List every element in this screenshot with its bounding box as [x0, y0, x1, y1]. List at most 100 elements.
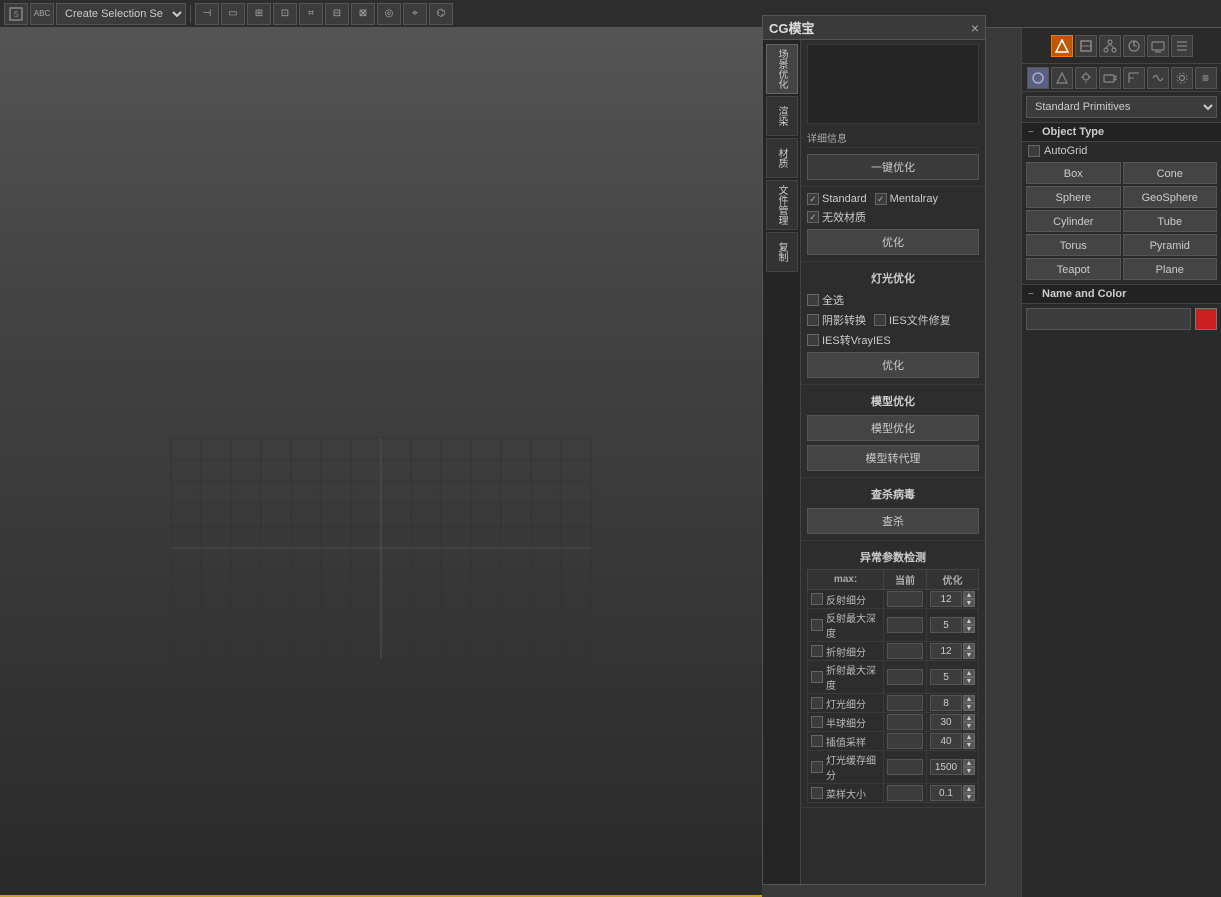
toolbar-btn-1[interactable]: ⊣ — [195, 3, 219, 25]
obj-tube[interactable]: Tube — [1123, 210, 1218, 232]
param-spin-up-5[interactable]: ▲ — [963, 714, 975, 722]
param-checkbox-8[interactable] — [811, 787, 823, 799]
hierarchy-icon[interactable] — [1099, 35, 1121, 57]
param-spin-down-5[interactable]: ▼ — [963, 722, 975, 730]
light-ies-vray-box[interactable] — [807, 334, 819, 346]
toolbar-btn-8[interactable]: ◎ — [377, 3, 401, 25]
param-spin-down-1[interactable]: ▼ — [963, 625, 975, 633]
param-checkbox-7[interactable] — [811, 761, 823, 773]
checkbox-standard-box[interactable] — [807, 193, 819, 205]
model-proxy-btn[interactable]: 模型转代理 — [807, 445, 979, 471]
param-spin-input-1[interactable] — [930, 617, 962, 633]
cg-tab-copy[interactable]: 复制 — [766, 232, 798, 272]
checkbox-mentalray-box[interactable] — [875, 193, 887, 205]
utilities-icon[interactable] — [1171, 35, 1193, 57]
param-checkbox-0[interactable] — [811, 593, 823, 605]
std-primitives-select[interactable]: Standard Primitives — [1026, 96, 1217, 118]
light-optimize-btn[interactable]: 优化 — [807, 352, 979, 378]
toolbar-btn-6[interactable]: ⊟ — [325, 3, 349, 25]
param-current-input-5[interactable] — [887, 714, 923, 730]
param-checkbox-4[interactable] — [811, 697, 823, 709]
name-color-header[interactable]: − Name and Color — [1022, 285, 1221, 304]
param-spin-down-0[interactable]: ▼ — [963, 599, 975, 607]
one-click-optimize-btn[interactable]: 一键优化 — [807, 154, 979, 180]
toolbar-abc-btn[interactable]: ABC — [30, 3, 54, 25]
param-spin-down-7[interactable]: ▼ — [963, 767, 975, 775]
param-current-input-0[interactable] — [887, 591, 923, 607]
param-spin-up-8[interactable]: ▲ — [963, 785, 975, 793]
geometry-icon[interactable] — [1027, 67, 1049, 89]
material-optimize-btn[interactable]: 优化 — [807, 229, 979, 255]
obj-cone[interactable]: Cone — [1123, 162, 1218, 184]
display-icon[interactable] — [1147, 35, 1169, 57]
toolbar-mode-btn[interactable]: S — [4, 3, 28, 25]
viewport-3d[interactable] — [0, 28, 762, 897]
param-spin-down-3[interactable]: ▼ — [963, 677, 975, 685]
helper-icon[interactable] — [1123, 67, 1145, 89]
toolbar-btn-4[interactable]: ⊡ — [273, 3, 297, 25]
param-current-input-6[interactable] — [887, 733, 923, 749]
param-spin-down-2[interactable]: ▼ — [963, 651, 975, 659]
toolbar-btn-2[interactable]: ▭ — [221, 3, 245, 25]
obj-box[interactable]: Box — [1026, 162, 1121, 184]
toolbar-btn-3[interactable]: ⊞ — [247, 3, 271, 25]
cg-tab-scene[interactable]: 场景优化 — [766, 44, 798, 94]
param-checkbox-6[interactable] — [811, 735, 823, 747]
param-spin-down-4[interactable]: ▼ — [963, 703, 975, 711]
light-ies-vray[interactable]: IES转VrayIES — [807, 332, 891, 348]
spacewarp-icon[interactable] — [1147, 67, 1169, 89]
param-spin-input-3[interactable] — [930, 669, 962, 685]
checkbox-invalid-material[interactable]: 无效材质 — [807, 209, 866, 225]
light-ies-fix-box[interactable] — [874, 314, 886, 326]
checkbox-invalid-box[interactable] — [807, 211, 819, 223]
checkbox-standard[interactable]: Standard — [807, 193, 867, 205]
color-swatch[interactable] — [1195, 308, 1217, 330]
param-current-input-8[interactable] — [887, 785, 923, 801]
light-ies-fix[interactable]: IES文件修复 — [874, 312, 951, 328]
param-checkbox-5[interactable] — [811, 716, 823, 728]
obj-sphere[interactable]: Sphere — [1026, 186, 1121, 208]
model-optimize-btn[interactable]: 模型优化 — [807, 415, 979, 441]
obj-teapot[interactable]: Teapot — [1026, 258, 1121, 280]
param-spin-up-4[interactable]: ▲ — [963, 695, 975, 703]
param-spin-input-5[interactable] — [930, 714, 962, 730]
modify-icon[interactable] — [1075, 35, 1097, 57]
param-spin-input-0[interactable] — [930, 591, 962, 607]
create-selection-dropdown[interactable]: Create Selection Se — [56, 3, 186, 25]
param-current-input-2[interactable] — [887, 643, 923, 659]
system-icon[interactable] — [1171, 67, 1193, 89]
more-icon[interactable]: ≡ — [1195, 67, 1217, 89]
obj-torus[interactable]: Torus — [1026, 234, 1121, 256]
obj-pyramid[interactable]: Pyramid — [1123, 234, 1218, 256]
toolbar-btn-10[interactable]: ⌬ — [429, 3, 453, 25]
param-current-input-4[interactable] — [887, 695, 923, 711]
param-spin-input-2[interactable] — [930, 643, 962, 659]
param-spin-down-6[interactable]: ▼ — [963, 741, 975, 749]
virus-scan-btn[interactable]: 查杀 — [807, 508, 979, 534]
param-checkbox-2[interactable] — [811, 645, 823, 657]
light-icon[interactable] — [1075, 67, 1097, 89]
object-type-header[interactable]: − Object Type — [1022, 123, 1221, 142]
cg-tab-render[interactable]: 渲染 — [766, 96, 798, 136]
param-current-input-7[interactable] — [887, 759, 923, 775]
param-spin-up-1[interactable]: ▲ — [963, 617, 975, 625]
create-icon[interactable] — [1051, 35, 1073, 57]
obj-cylinder[interactable]: Cylinder — [1026, 210, 1121, 232]
obj-plane[interactable]: Plane — [1123, 258, 1218, 280]
obj-geosphere[interactable]: GeoSphere — [1123, 186, 1218, 208]
param-checkbox-1[interactable] — [811, 619, 823, 631]
param-spin-down-8[interactable]: ▼ — [963, 793, 975, 801]
light-shadow-convert[interactable]: 阴影转换 — [807, 312, 866, 328]
toolbar-btn-5[interactable]: ⌗ — [299, 3, 323, 25]
toolbar-btn-9[interactable]: ⌖ — [403, 3, 427, 25]
param-checkbox-3[interactable] — [811, 671, 823, 683]
param-spin-up-6[interactable]: ▲ — [963, 733, 975, 741]
param-spin-up-2[interactable]: ▲ — [963, 643, 975, 651]
checkbox-mentalray[interactable]: Mentalray — [875, 193, 938, 205]
param-spin-input-6[interactable] — [930, 733, 962, 749]
light-select-all[interactable]: 全选 — [807, 292, 844, 308]
param-spin-input-7[interactable] — [930, 759, 962, 775]
name-input[interactable] — [1026, 308, 1191, 330]
param-spin-up-0[interactable]: ▲ — [963, 591, 975, 599]
cg-tab-file[interactable]: 文件管理 — [766, 180, 798, 230]
